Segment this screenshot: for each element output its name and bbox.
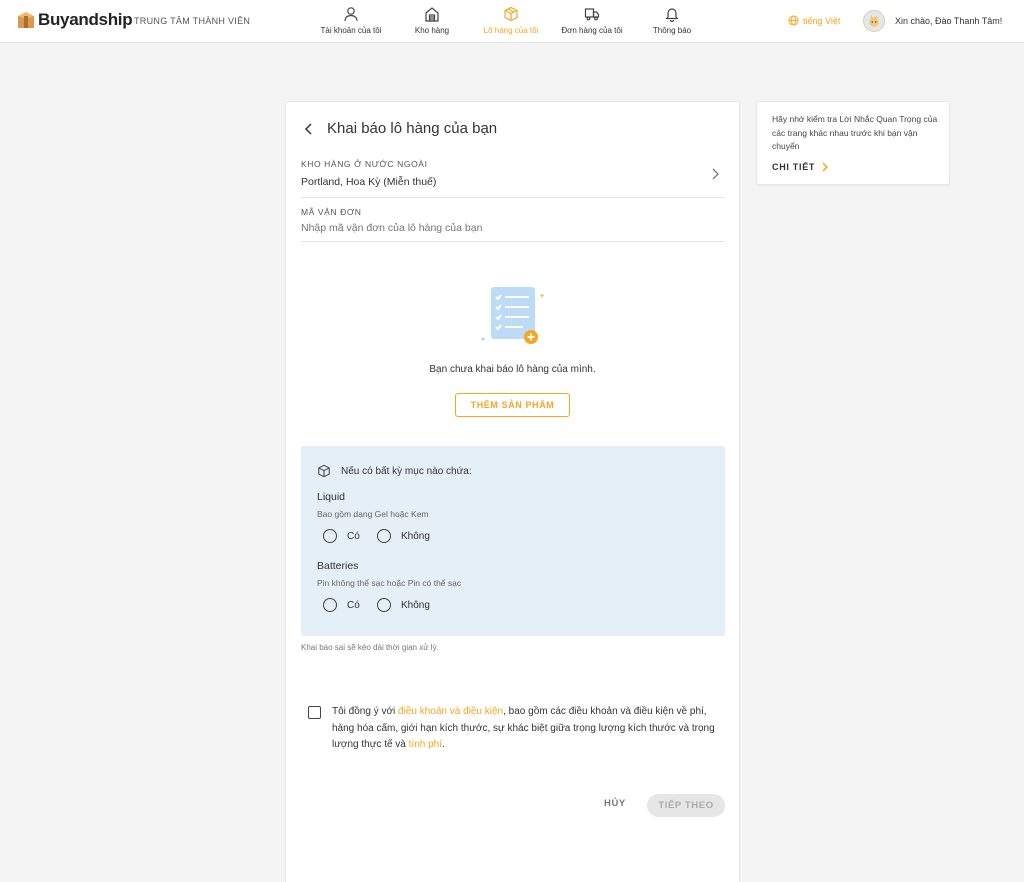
globe-icon: [788, 15, 799, 26]
page-title: Khai báo lô hàng của bạn: [327, 120, 498, 137]
terms-link[interactable]: điều khoản và điều kiện: [398, 706, 503, 717]
member-center-label: TRUNG TÂM THÀNH VIÊN: [134, 16, 251, 26]
avatar[interactable]: [863, 10, 885, 32]
chevron-right-icon[interactable]: [710, 167, 720, 181]
agree-terms-checkbox[interactable]: [308, 706, 321, 719]
nav-label: Thông báo: [652, 26, 692, 35]
divider: [301, 241, 725, 242]
warehouse-select[interactable]: Portland, Hoa Kỳ (Miễn thuế): [301, 176, 436, 188]
nav-my-account[interactable]: Tài khoản của tôi: [306, 6, 396, 35]
bell-icon: [665, 8, 679, 22]
tracking-label: MÃ VẬN ĐƠN: [301, 207, 362, 217]
brand-logo[interactable]: Buyandship: [16, 10, 133, 30]
language-selector[interactable]: tiếng Việt: [788, 15, 840, 26]
radio-label-yes: Có: [347, 531, 360, 542]
details-link[interactable]: CHI TIẾT: [772, 162, 829, 172]
box-logo-icon: [18, 12, 34, 28]
declare-shipment-card: Khai báo lô hàng của bạn KHO HÀNG Ở NƯỚC…: [285, 101, 740, 882]
nav-my-orders[interactable]: Đơn hàng của tôi: [547, 6, 637, 35]
declaration-hint: Khai báo sai sẽ kéo dài thời gian xử lý.: [301, 643, 439, 652]
liquid-question-title: Liquid: [317, 491, 346, 503]
restricted-items-box: Nếu có bất kỳ mục nào chứa: Liquid Bao g…: [301, 446, 725, 636]
batteries-question-subtitle: Pin không thể sạc hoặc Pin có thể sạc: [317, 578, 462, 588]
warehouse-icon: [425, 7, 439, 22]
top-header: Buyandship TRUNG TÂM THÀNH VIÊN Tài khoả…: [0, 0, 1024, 43]
agree-suffix: .: [442, 739, 445, 750]
details-link-label: CHI TIẾT: [772, 162, 816, 172]
nav-label: Tài khoản của tôi: [320, 26, 382, 35]
batteries-yes-radio[interactable]: [323, 598, 337, 612]
nav-label: Kho hàng: [414, 26, 450, 35]
notice-title: Nếu có bất kỳ mục nào chứa:: [341, 466, 472, 477]
back-arrow-icon[interactable]: [302, 122, 316, 136]
nav-notifications[interactable]: Thông báo: [627, 6, 717, 35]
empty-state-text: Bạn chưa khai báo lô hàng của mình.: [429, 364, 596, 375]
batteries-no-radio[interactable]: [377, 598, 391, 612]
liquid-yes-radio[interactable]: [323, 529, 337, 543]
nav-label: Đơn hàng của tôi: [561, 26, 623, 35]
radio-label-yes: Có: [347, 600, 360, 611]
package-icon: [318, 464, 330, 478]
radio-label-no: Không: [401, 600, 430, 611]
radio-label-no: Không: [401, 531, 430, 542]
divider: [301, 197, 725, 198]
truck-icon: [584, 8, 600, 21]
checklist-illustration-icon: [481, 287, 545, 344]
reminder-text: Hãy nhớ kiểm tra Lời Nhắc Quan Trọng của…: [772, 114, 938, 151]
batteries-question-title: Batteries: [317, 560, 359, 572]
agree-prefix: Tôi đồng ý với: [332, 706, 399, 717]
box-icon: [504, 6, 518, 22]
nav-my-shipments[interactable]: Lô hàng của tôi: [466, 6, 556, 35]
add-product-button[interactable]: THÊM SẢN PHẨM: [455, 393, 570, 417]
brand-name: Buyandship: [38, 10, 133, 29]
fee-link[interactable]: tính phí: [409, 739, 442, 750]
next-button[interactable]: TIẾP THEO: [647, 794, 725, 817]
cat-avatar-icon: [869, 15, 879, 27]
liquid-question-subtitle: Bao gồm dạng Gel hoặc Kem: [317, 509, 429, 519]
nav-warehouse[interactable]: Kho hàng: [387, 6, 477, 35]
user-greeting: Xin chào, Đào Thanh Tâm!: [895, 16, 1003, 26]
warehouse-label: KHO HÀNG Ở NƯỚC NGOÀI: [301, 159, 428, 169]
language-label: tiếng Việt: [803, 15, 841, 26]
nav-label: Lô hàng của tôi: [483, 26, 539, 35]
liquid-no-radio[interactable]: [377, 529, 391, 543]
agree-terms-text: Tôi đồng ý với điều khoản và điều kiện, …: [332, 704, 727, 754]
reminder-card: Hãy nhớ kiểm tra Lời Nhắc Quan Trọng của…: [756, 101, 950, 185]
user-icon: [344, 7, 358, 22]
tracking-number-input[interactable]: [301, 219, 721, 237]
chevron-right-icon: [822, 162, 829, 172]
cancel-button[interactable]: HỦY: [604, 798, 626, 809]
